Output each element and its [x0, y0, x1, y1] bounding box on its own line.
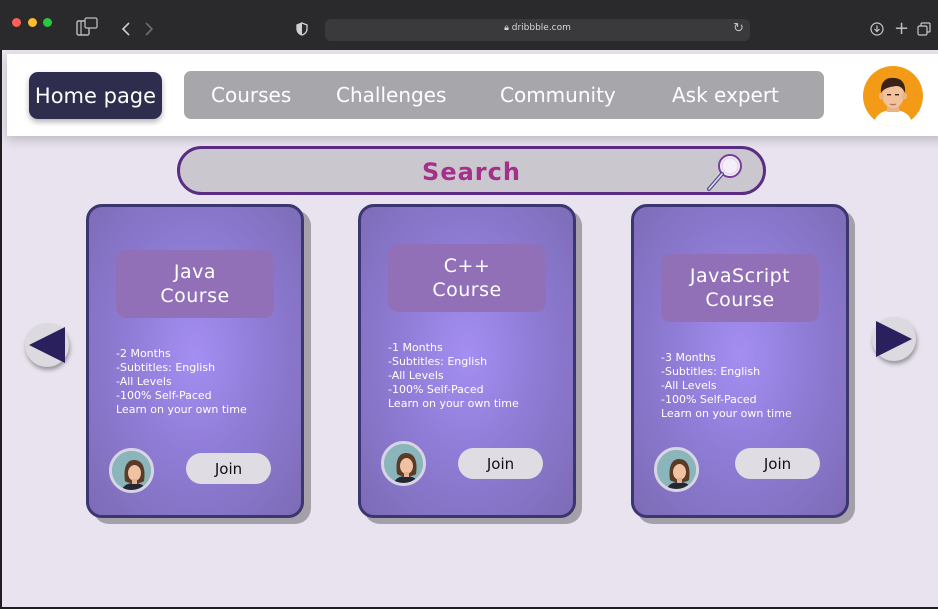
detail-subtitles: -Subtitles: English — [661, 365, 761, 378]
detail-levels: -All Levels — [661, 379, 717, 392]
instructor-avatar — [654, 447, 699, 492]
new-tab-icon[interactable]: + — [894, 20, 909, 38]
address-bar[interactable]: 🔒︎ dribbble.com ↻ — [325, 19, 750, 41]
nav-menu: Courses Challenges Community Ask expert — [184, 71, 824, 119]
course-details: -3 Months -Subtitles: English -All Level… — [661, 351, 792, 421]
previous-arrow-button[interactable] — [25, 323, 69, 367]
join-button[interactable]: Join — [458, 448, 543, 479]
course-title-line2: Course — [705, 289, 775, 311]
back-icon[interactable] — [121, 22, 131, 40]
detail-levels: -All Levels — [388, 369, 444, 382]
close-window-button[interactable] — [12, 18, 21, 27]
instructor-avatar — [109, 448, 154, 493]
course-card-java[interactable]: Java Course -2 Months -Subtitles: Englis… — [86, 204, 304, 518]
chevron-left-icon — [29, 327, 65, 363]
course-title-line2: Course — [432, 279, 502, 301]
minimize-window-button[interactable] — [28, 18, 37, 27]
course-title-line2: Course — [160, 285, 230, 307]
page-content: Home page Courses Challenges Community A… — [2, 50, 938, 607]
detail-pace: -100% Self-Paced — [116, 389, 212, 402]
url-text: 🔒︎ dribbble.com — [325, 23, 750, 33]
zoom-window-button[interactable] — [43, 18, 52, 27]
detail-duration: -1 Months — [388, 341, 443, 354]
course-details: -2 Months -Subtitles: English -All Level… — [116, 347, 247, 417]
shield-icon[interactable] — [296, 22, 308, 40]
search-bar[interactable]: Search — [177, 146, 766, 195]
sidebar-icon[interactable] — [76, 17, 98, 41]
lock-icon: 🔒︎ — [504, 23, 509, 33]
top-navigation: Home page Courses Challenges Community A… — [7, 54, 938, 136]
home-page-button[interactable]: Home page — [29, 72, 162, 119]
nav-item-ask-expert[interactable]: Ask expert — [672, 83, 779, 107]
course-title: Java Course — [116, 250, 274, 318]
reload-icon[interactable]: ↻ — [733, 21, 744, 36]
join-button[interactable]: Join — [186, 453, 271, 484]
detail-schedule: Learn on your own time — [661, 407, 792, 420]
chevron-right-icon — [876, 321, 912, 357]
course-title: C++ Course — [388, 244, 546, 312]
search-placeholder: Search — [422, 158, 521, 186]
detail-duration: -3 Months — [661, 351, 716, 364]
detail-pace: -100% Self-Paced — [388, 383, 484, 396]
forward-icon[interactable] — [144, 22, 154, 40]
join-button[interactable]: Join — [735, 448, 820, 479]
nav-item-courses[interactable]: Courses — [211, 83, 291, 107]
nav-item-community[interactable]: Community — [500, 83, 616, 107]
detail-pace: -100% Self-Paced — [661, 393, 757, 406]
browser-toolbar: 🔒︎ dribbble.com ↻ + — [0, 0, 938, 50]
url-label: dribbble.com — [511, 23, 571, 33]
detail-subtitles: -Subtitles: English — [388, 355, 488, 368]
instructor-avatar — [381, 441, 426, 486]
course-title-line1: JavaScript — [689, 265, 791, 287]
course-title: JavaScript Course — [661, 254, 819, 322]
course-card-javascript[interactable]: JavaScript Course -3 Months -Subtitles: … — [631, 204, 849, 518]
search-icon[interactable] — [703, 149, 749, 199]
next-arrow-button[interactable] — [872, 317, 916, 361]
detail-subtitles: -Subtitles: English — [116, 361, 216, 374]
course-card-cpp[interactable]: C++ Course -1 Months -Subtitles: English… — [358, 204, 576, 518]
course-details: -1 Months -Subtitles: English -All Level… — [388, 341, 519, 411]
user-avatar[interactable] — [863, 66, 923, 126]
course-title-line1: C++ — [443, 255, 491, 277]
detail-levels: -All Levels — [116, 375, 172, 388]
tabs-icon[interactable] — [917, 22, 931, 40]
detail-schedule: Learn on your own time — [116, 403, 247, 416]
nav-item-challenges[interactable]: Challenges — [336, 83, 446, 107]
detail-duration: -2 Months — [116, 347, 171, 360]
detail-schedule: Learn on your own time — [388, 397, 519, 410]
course-title-line1: Java — [173, 261, 217, 283]
download-icon[interactable] — [870, 22, 884, 40]
